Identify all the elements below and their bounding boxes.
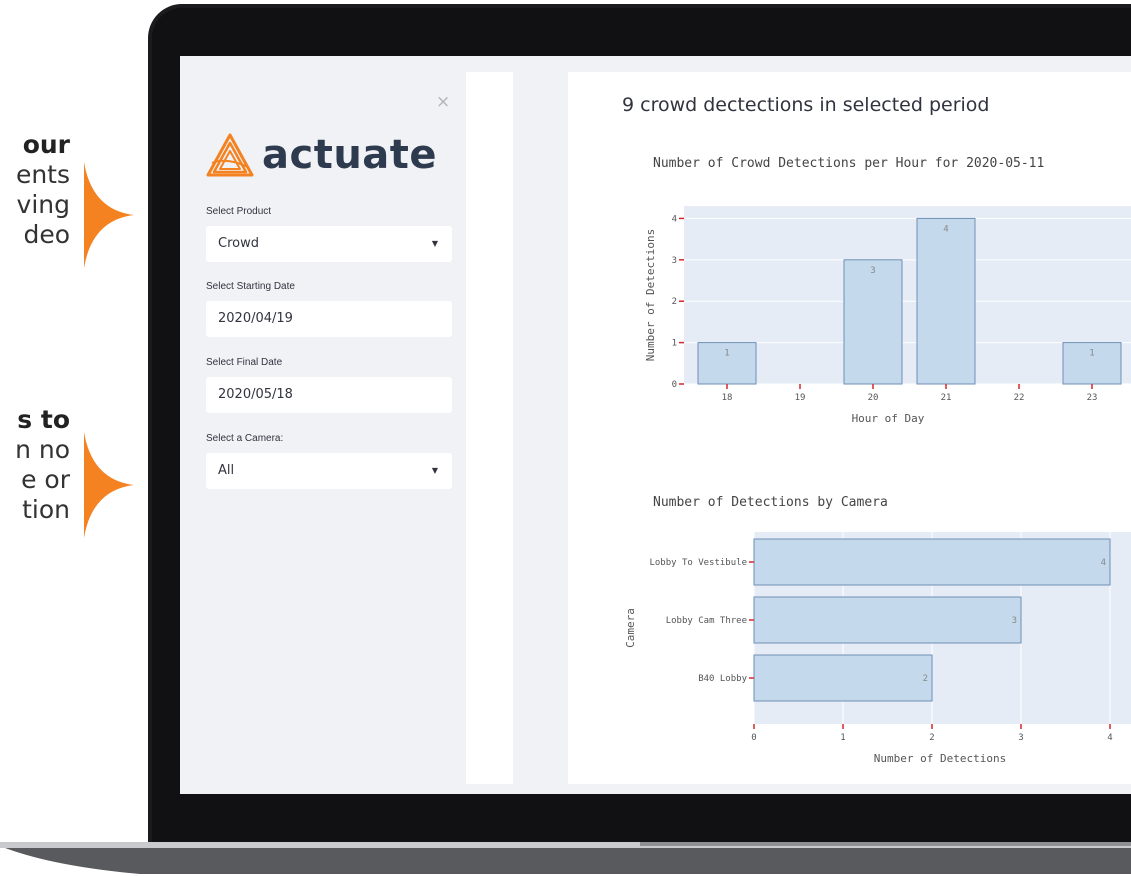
bar (843, 259, 903, 385)
marketing-line: our (22, 130, 70, 159)
bar-data-label: 4 (1101, 558, 1106, 568)
start-date-label: Select Starting Date (206, 281, 295, 292)
x-tick-label: 4 (1107, 733, 1112, 743)
y-tick-label: 0 (672, 380, 677, 390)
marketing-text-block-1: our ents ving deo (16, 130, 70, 250)
x-tick-label: 20 (868, 393, 879, 403)
orange-pointer-icon (84, 162, 134, 268)
x-tick-label: 19 (795, 393, 806, 403)
charts-canvas: Number of Crowd Detections per Hour for … (624, 156, 1131, 765)
y-tick-label: Lobby Cam Three (666, 616, 747, 626)
final-date-input[interactable]: 2020/05/18 (206, 377, 452, 413)
bar (753, 538, 1111, 586)
final-date-value: 2020/05/18 (218, 387, 293, 402)
bar-data-label: 3 (870, 266, 875, 276)
x-tick-label: 22 (1014, 393, 1025, 403)
x-tick-label: 2 (929, 733, 934, 743)
camera-select-value: All (218, 463, 235, 478)
y-tick-label: 1 (672, 339, 677, 349)
y-tick-label: B40 Lobby (698, 674, 747, 684)
marketing-line: n no (15, 435, 70, 464)
laptop-base (0, 842, 1131, 874)
orange-pointer-icon (84, 432, 134, 538)
camera-label: Select a Camera: (206, 433, 284, 444)
bar-data-label: 1 (724, 349, 729, 359)
marketing-line: s to (17, 405, 70, 434)
bar (753, 654, 933, 702)
y-tick-label: 3 (672, 256, 677, 266)
marketing-line: ents (15, 160, 70, 189)
spacer-panel (466, 72, 513, 784)
start-date-input[interactable]: 2020/04/19 (206, 301, 452, 337)
x-tick-label: 18 (722, 393, 733, 403)
chart-title: Number of Detections by Camera (653, 495, 888, 510)
camera-select[interactable]: All ▼ (206, 453, 452, 489)
x-tick-label: 23 (1087, 393, 1098, 403)
x-tick-label: 1 (840, 733, 845, 743)
actuate-logo-icon (206, 133, 254, 177)
x-tick-label: 0 (751, 733, 756, 743)
x-axis-label: Hour of Day (852, 412, 925, 425)
marketing-line: deo (23, 220, 70, 249)
bar (753, 596, 1022, 644)
bar-data-label: 3 (1012, 616, 1017, 626)
bar-data-label: 1 (1089, 349, 1094, 359)
product-select-value: Crowd (218, 236, 259, 251)
bar-data-label: 2 (923, 674, 928, 684)
sidebar: × actuate Select Product Crowd ▼ Select … (194, 72, 464, 784)
x-tick-label: 21 (941, 393, 952, 403)
actuate-logo: actuate (206, 132, 437, 178)
laptop-screen: × actuate Select Product Crowd ▼ Select … (180, 56, 1131, 794)
chart-title: Number of Crowd Detections per Hour for … (653, 156, 1044, 171)
x-axis-label: Number of Detections (874, 752, 1006, 765)
chevron-down-icon: ▼ (431, 466, 438, 475)
y-axis-label: Camera (624, 608, 637, 648)
chevron-down-icon: ▼ (431, 239, 438, 248)
y-axis-label: Number of Detections (644, 229, 657, 361)
marketing-line: e or (21, 465, 70, 494)
marketing-line: ving (16, 190, 70, 219)
product-select[interactable]: Crowd ▼ (206, 226, 452, 262)
close-sidebar-button[interactable]: × (436, 92, 450, 112)
x-tick-label: 3 (1018, 733, 1023, 743)
product-label: Select Product (206, 206, 272, 217)
bar (916, 217, 976, 385)
bar-data-label: 4 (943, 224, 948, 234)
main-content: 9 crowd dectections in selected period N… (568, 72, 1131, 784)
y-tick-label: 2 (672, 297, 677, 307)
start-date-value: 2020/04/19 (218, 311, 293, 326)
y-tick-label: Lobby To Vestibule (649, 558, 747, 568)
marketing-line: tion (22, 495, 70, 524)
final-date-label: Select Final Date (206, 357, 283, 368)
logo-text: actuate (262, 132, 438, 178)
y-tick-label: 4 (672, 214, 677, 224)
marketing-text-block-2: s to n no e or tion (15, 405, 70, 525)
